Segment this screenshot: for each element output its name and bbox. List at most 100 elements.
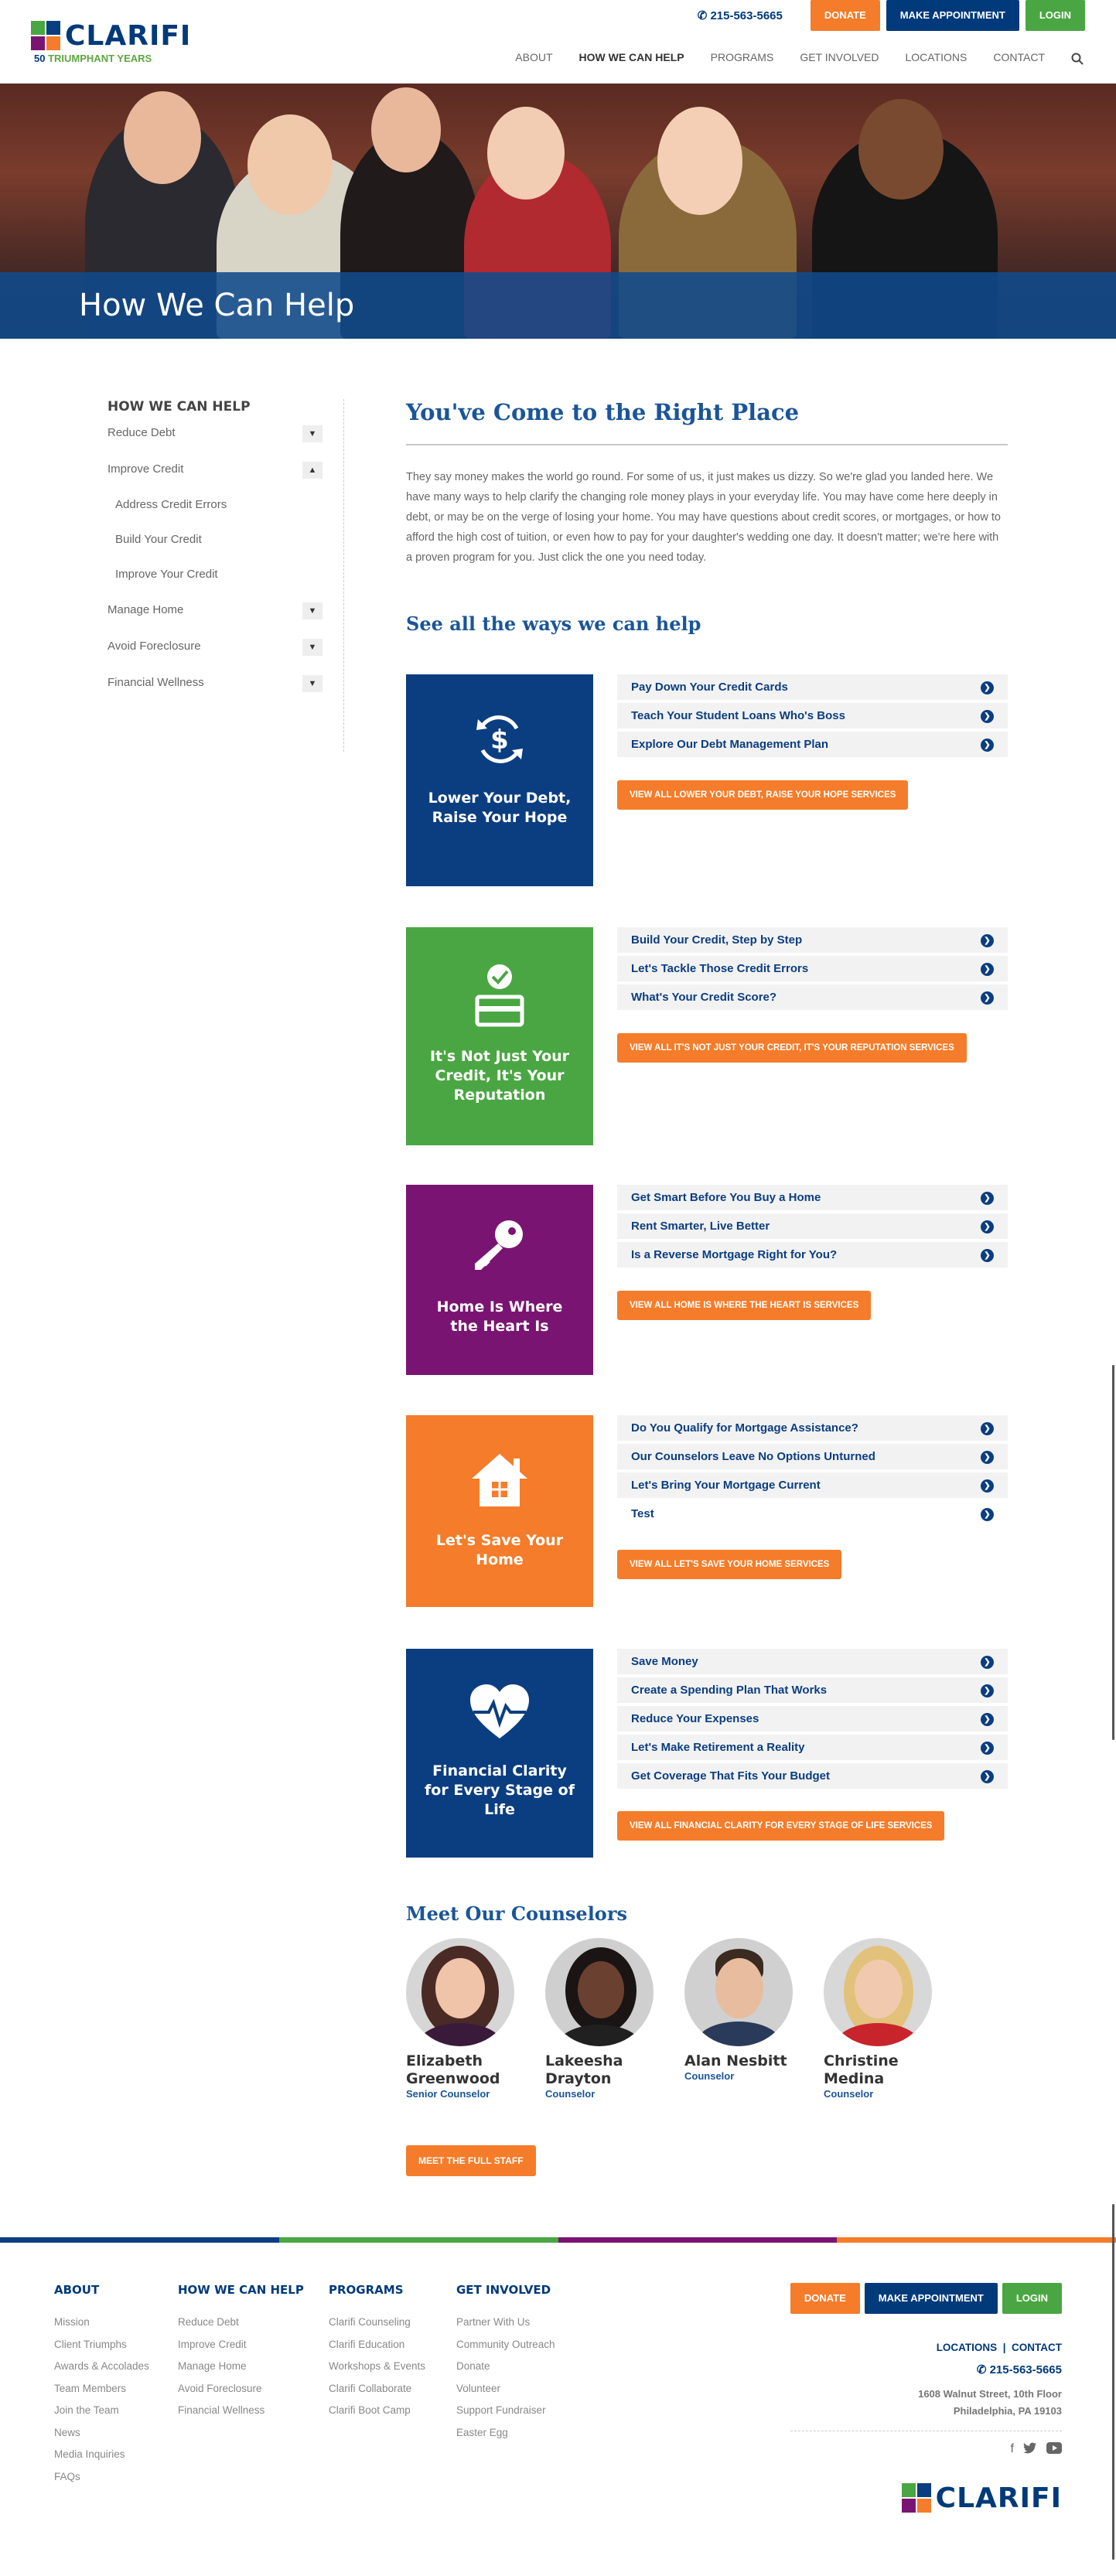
footer-link[interactable]: Manage Home <box>178 2360 304 2383</box>
footer-column-title: PROGRAMS <box>329 2283 404 2297</box>
footer-link[interactable]: Support Fundraiser <box>456 2404 555 2427</box>
footer-link[interactable]: Media Inquiries <box>54 2448 149 2471</box>
view-all-services-button[interactable]: VIEW ALL HOME IS WHERE THE HEART IS SERV… <box>617 1291 872 1320</box>
logo-squares-icon <box>901 2482 933 2514</box>
youtube-icon[interactable] <box>1046 2442 1062 2458</box>
footer-link[interactable]: Improve Credit <box>178 2339 304 2361</box>
service-link[interactable]: Create a Spending Plan That Works ❯ <box>617 1677 1008 1703</box>
chevron-down-icon[interactable]: ▼ <box>302 639 323 656</box>
service-link[interactable]: Our Counselors Leave No Options Unturned… <box>617 1444 1008 1469</box>
footer-phone-link[interactable]: ✆ 215-563-5665 <box>790 2363 1062 2376</box>
service-card[interactable]: $ Lower Your Debt, Raise Your Hope <box>406 674 593 886</box>
nav-how-we-can-help[interactable]: HOW WE CAN HELP <box>579 51 684 65</box>
twitter-icon[interactable] <box>1023 2442 1037 2458</box>
service-card[interactable]: Home Is Where the Heart Is <box>406 1185 593 1375</box>
service-link[interactable]: Rent Smarter, Live Better ❯ <box>617 1213 1008 1239</box>
view-all-services-button[interactable]: VIEW ALL IT'S NOT JUST YOUR CREDIT, IT'S… <box>617 1033 967 1063</box>
service-link[interactable]: Do You Qualify for Mortgage Assistance? ❯ <box>617 1415 1008 1441</box>
footer-link[interactable]: FAQs <box>54 2471 149 2493</box>
service-link[interactable]: Get Smart Before You Buy a Home ❯ <box>617 1185 1008 1210</box>
counselor-card[interactable]: Christine Medina Counselor <box>824 1938 947 2100</box>
footer-link[interactable]: Clarifi Education <box>329 2339 425 2361</box>
scrollbar-thumb-secondary[interactable] <box>1112 2204 1114 2560</box>
header-phone-link[interactable]: ✆ 215-563-5665 <box>698 9 783 22</box>
footer-link[interactable]: Financial Wellness <box>178 2404 304 2427</box>
chevron-up-icon[interactable]: ▲ <box>302 462 323 479</box>
footer-contact-link[interactable]: CONTACT <box>1012 2342 1062 2353</box>
footer-link[interactable]: Join the Team <box>54 2404 149 2427</box>
service-link[interactable]: Save Money ❯ <box>617 1649 1008 1674</box>
footer-donate-button[interactable]: DONATE <box>790 2283 860 2314</box>
footer-link[interactable]: Reduce Debt <box>178 2316 304 2339</box>
footer-link[interactable]: Volunteer <box>456 2383 555 2405</box>
service-link[interactable]: Explore Our Debt Management Plan ❯ <box>617 732 1008 757</box>
view-all-services-button[interactable]: VIEW ALL LOWER YOUR DEBT, RAISE YOUR HOP… <box>617 780 909 810</box>
footer-link[interactable]: Clarifi Counseling <box>329 2316 425 2339</box>
footer-link[interactable]: Awards & Accolades <box>54 2360 149 2383</box>
chevron-down-icon[interactable]: ▼ <box>302 425 323 442</box>
service-link[interactable]: What's Your Credit Score? ❯ <box>617 984 1008 1010</box>
footer-link[interactable]: Mission <box>54 2316 149 2339</box>
footer-column-get-involved: GET INVOLVED Partner With Us Community O… <box>456 2283 555 2448</box>
footer-login-button[interactable]: LOGIN <box>1002 2283 1062 2314</box>
footer-make-appointment-button[interactable]: MAKE APPOINTMENT <box>864 2283 998 2314</box>
sidebar-nav: HOW WE CAN HELP Reduce Debt ▼ Improve Cre… <box>108 399 344 711</box>
sidebar-subitem-improve-your-credit[interactable]: Improve Your Credit <box>108 568 344 602</box>
counselor-card[interactable]: Lakeesha Drayton Counselor <box>545 1938 669 2100</box>
footer-logo[interactable]: CLARIFI <box>901 2482 1062 2514</box>
sidebar-item-financial-wellness[interactable]: Financial Wellness ▼ <box>108 675 344 711</box>
footer-link[interactable]: Avoid Foreclosure <box>178 2383 304 2405</box>
service-link[interactable]: Let's Tackle Those Credit Errors ❯ <box>617 956 1008 981</box>
service-link[interactable]: Teach Your Student Loans Who's Boss ❯ <box>617 703 1008 728</box>
service-link[interactable]: Let's Bring Your Mortgage Current ❯ <box>617 1472 1008 1498</box>
service-link[interactable]: Is a Reverse Mortgage Right for You? ❯ <box>617 1242 1008 1268</box>
clarifi-logo[interactable]: CLARIFI <box>31 20 191 52</box>
footer-link[interactable]: Community Outreach <box>456 2339 555 2361</box>
sidebar-item-manage-home[interactable]: Manage Home ▼ <box>108 602 344 639</box>
footer-link[interactable]: Workshops & Events <box>329 2360 425 2383</box>
service-card[interactable]: Let's Save Your Home <box>406 1415 593 1607</box>
nav-contact[interactable]: CONTACT <box>993 51 1045 65</box>
service-link[interactable]: Test ❯ <box>617 1501 1008 1527</box>
footer-link[interactable]: Team Members <box>54 2383 149 2405</box>
sidebar-item-avoid-foreclosure[interactable]: Avoid Foreclosure ▼ <box>108 639 344 675</box>
scrollbar-thumb[interactable] <box>1112 1365 1114 1740</box>
counselor-card[interactable]: Alan Nesbitt Counselor <box>684 1938 808 2082</box>
footer-locations-link[interactable]: LOCATIONS <box>937 2342 998 2353</box>
service-link[interactable]: Build Your Credit, Step by Step ❯ <box>617 927 1008 953</box>
footer-link[interactable]: Clarifi Collaborate <box>329 2383 425 2405</box>
footer-link[interactable]: Donate <box>456 2360 555 2383</box>
sidebar-item-improve-credit[interactable]: Improve Credit ▲ <box>108 462 344 498</box>
make-appointment-button[interactable]: MAKE APPOINTMENT <box>886 0 1019 31</box>
view-all-services-button[interactable]: VIEW ALL FINANCIAL CLARITY FOR EVERY STA… <box>617 1811 945 1841</box>
nav-programs[interactable]: PROGRAMS <box>711 51 774 65</box>
footer-link[interactable]: Client Triumphs <box>54 2339 149 2361</box>
sidebar-subitem-build-your-credit[interactable]: Build Your Credit <box>108 533 344 568</box>
facebook-icon[interactable]: f <box>1011 2442 1014 2458</box>
service-link[interactable]: Pay Down Your Credit Cards ❯ <box>617 674 1008 700</box>
chevron-right-icon: ❯ <box>981 1479 994 1493</box>
nav-get-involved[interactable]: GET INVOLVED <box>800 51 879 65</box>
service-card[interactable]: Financial Clarity for Every Stage of Lif… <box>406 1649 593 1858</box>
chevron-down-icon[interactable]: ▼ <box>302 602 323 619</box>
view-all-services-button[interactable]: VIEW ALL LET'S SAVE YOUR HOME SERVICES <box>617 1550 842 1579</box>
service-link[interactable]: Get Coverage That Fits Your Budget ❯ <box>617 1763 1008 1789</box>
counselor-card[interactable]: Elizabeth Greenwood Senior Counselor <box>406 1938 530 2100</box>
footer-link[interactable]: Clarifi Boot Camp <box>329 2404 425 2427</box>
footer-link[interactable]: Partner With Us <box>456 2316 555 2339</box>
meet-full-staff-button[interactable]: MEET THE FULL STAFF <box>406 2145 536 2176</box>
chevron-down-icon[interactable]: ▼ <box>302 675 323 692</box>
nav-about[interactable]: ABOUT <box>515 51 552 65</box>
service-link[interactable]: Reduce Your Expenses ❯ <box>617 1706 1008 1732</box>
service-card[interactable]: It's Not Just Your Credit, It's Your Rep… <box>406 927 593 1145</box>
service-links: Do You Qualify for Mortgage Assistance? ❯… <box>617 1415 1008 1530</box>
footer-link[interactable]: News <box>54 2427 149 2449</box>
service-link[interactable]: Let's Make Retirement a Reality ❯ <box>617 1735 1008 1760</box>
footer-link[interactable]: Easter Egg <box>456 2427 555 2449</box>
search-icon[interactable] <box>1071 53 1085 67</box>
login-button[interactable]: LOGIN <box>1025 0 1085 31</box>
sidebar-subitem-address-credit-errors[interactable]: Address Credit Errors <box>108 498 344 533</box>
donate-button[interactable]: DONATE <box>810 0 880 31</box>
sidebar-item-reduce-debt[interactable]: Reduce Debt ▼ <box>108 425 344 462</box>
nav-locations[interactable]: LOCATIONS <box>906 51 968 65</box>
